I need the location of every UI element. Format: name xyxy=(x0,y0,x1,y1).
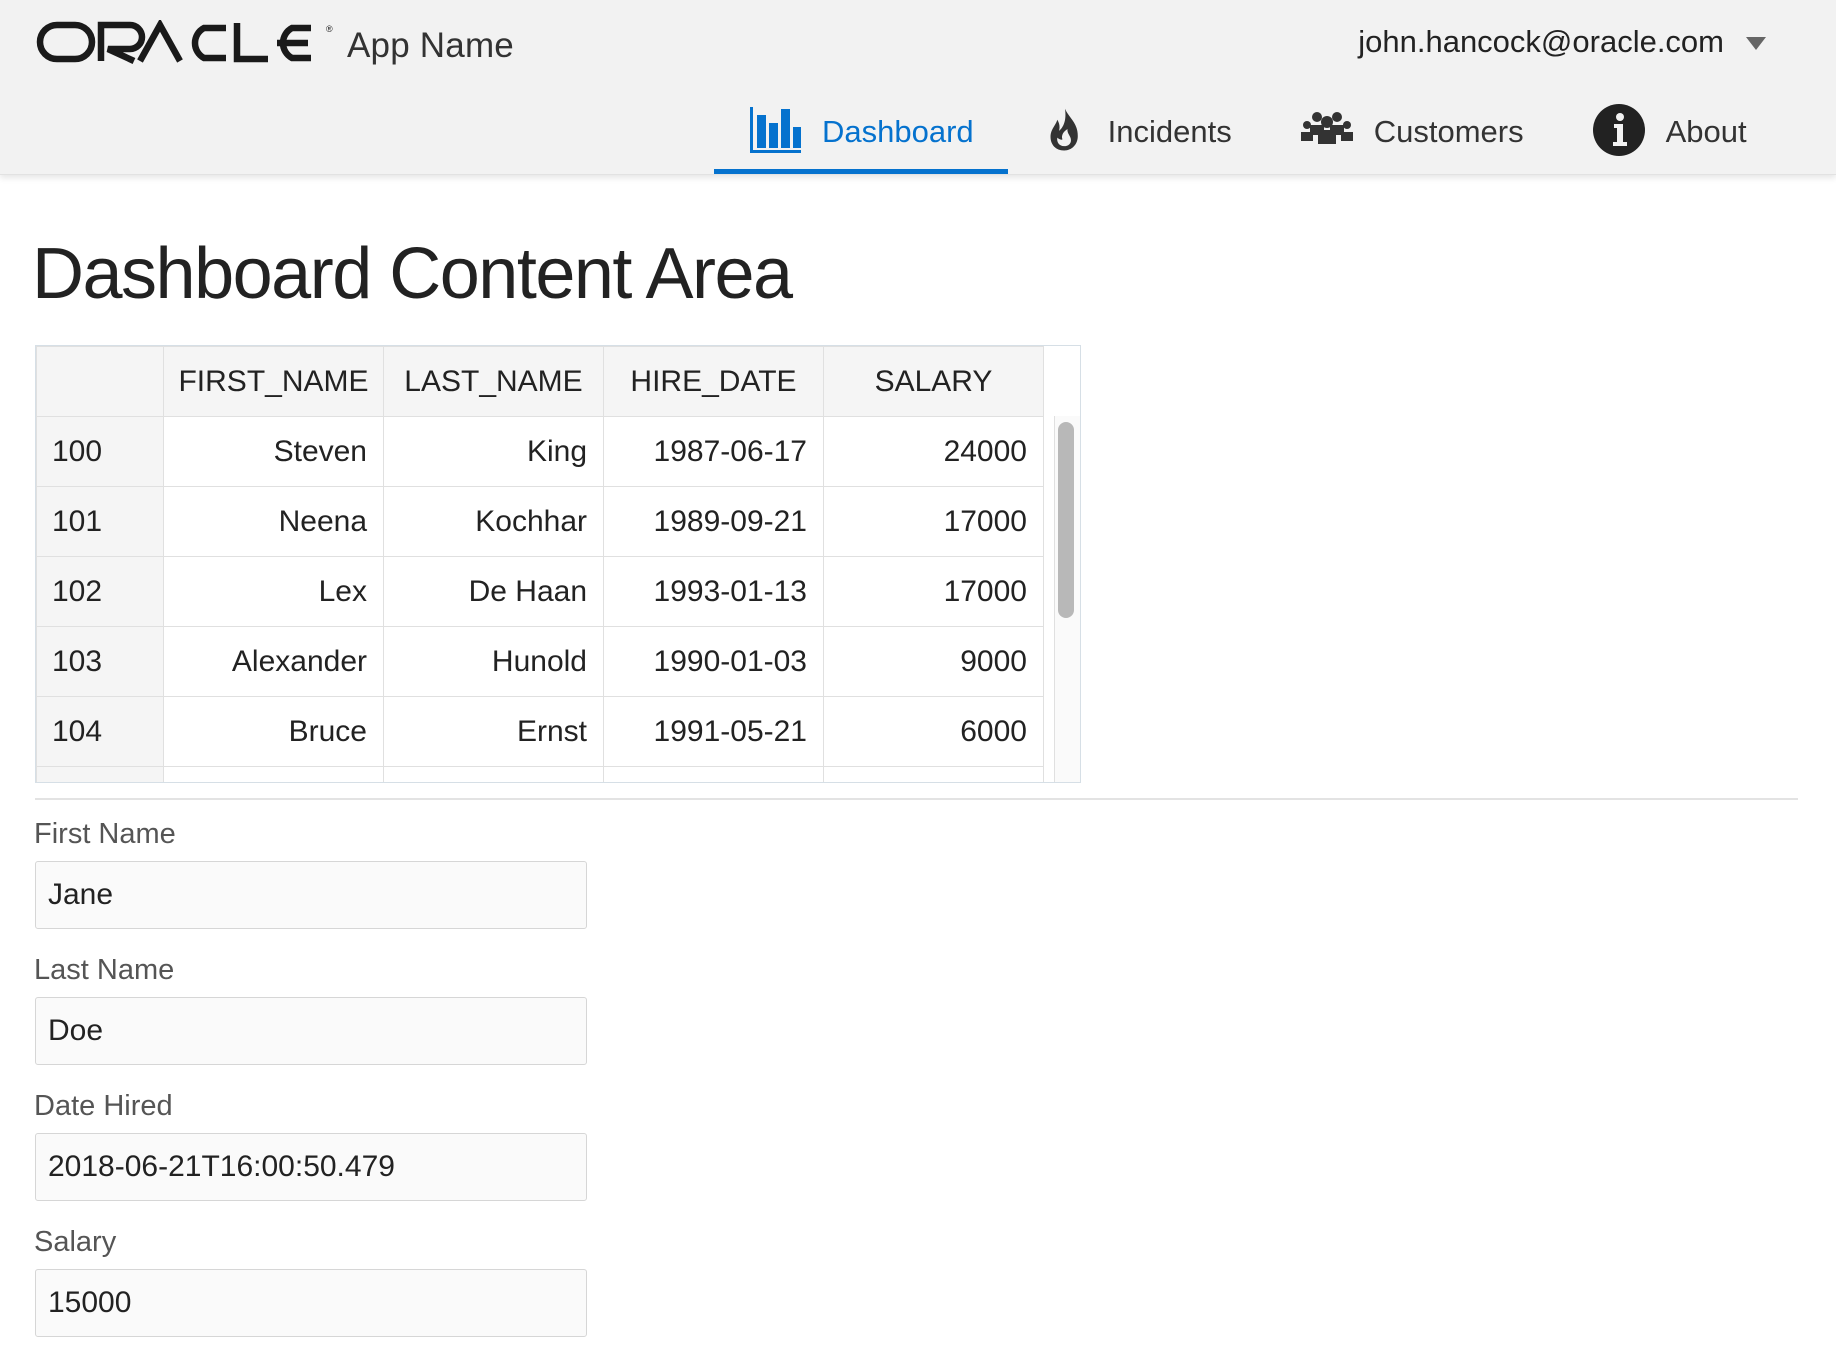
tab-incidents[interactable]: Incidents xyxy=(1008,96,1266,174)
nav-bar: Dashboard Incidents Customers About xyxy=(714,96,1781,174)
user-email: john.hancock@oracle.com xyxy=(1358,24,1724,59)
table-cell[interactable]: 17000 xyxy=(823,556,1044,627)
column-header-salary[interactable]: SALARY xyxy=(823,346,1044,417)
column-header-first-name[interactable]: FIRST_NAME xyxy=(163,346,384,417)
table-cell[interactable]: Lex xyxy=(163,556,384,627)
app-header: ® App Name john.hancock@oracle.com Dashb… xyxy=(0,0,1836,175)
table-cell[interactable]: Hunold xyxy=(383,626,604,697)
table-cell[interactable] xyxy=(823,766,1044,782)
app-name: App Name xyxy=(347,26,514,65)
page-title: Dashboard Content Area xyxy=(32,234,793,314)
table-cell[interactable]: Alexander xyxy=(163,626,384,697)
table-cell[interactable]: 6000 xyxy=(823,696,1044,767)
table-cell[interactable] xyxy=(163,766,384,782)
bar-chart-icon xyxy=(750,107,801,153)
row-header xyxy=(36,766,164,782)
tab-label: Incidents xyxy=(1107,114,1232,149)
table-cell[interactable]: Bruce xyxy=(163,696,384,767)
table-cell[interactable]: 1991-05-21 xyxy=(603,696,824,767)
table-cell[interactable]: 24000 xyxy=(823,416,1044,487)
tab-about[interactable]: About xyxy=(1558,96,1781,174)
table-cell[interactable]: Ernst xyxy=(383,696,604,767)
first-name-field[interactable] xyxy=(35,861,587,929)
column-header-last-name[interactable]: LAST_NAME xyxy=(383,346,604,417)
table-cell[interactable]: 1989-09-21 xyxy=(603,486,824,557)
employee-table[interactable]: FIRST_NAME LAST_NAME HIRE_DATE SALARY 10… xyxy=(35,345,1081,783)
table-cell[interactable]: 17000 xyxy=(823,486,1044,557)
people-icon xyxy=(1300,112,1353,144)
table-cell[interactable]: 9000 xyxy=(823,626,1044,697)
row-header: 103 xyxy=(36,626,164,697)
table-cell[interactable]: 1987-06-17 xyxy=(603,416,824,487)
table-cell[interactable]: 1990-01-03 xyxy=(603,626,824,697)
tab-customers[interactable]: Customers xyxy=(1266,96,1558,174)
column-header-hire-date[interactable]: HIRE_DATE xyxy=(603,346,824,417)
scrollbar-thumb[interactable] xyxy=(1058,422,1074,618)
oracle-logo: ® xyxy=(36,20,333,64)
last-name-label: Last Name xyxy=(34,954,175,986)
table-cell[interactable] xyxy=(603,766,824,782)
fire-icon xyxy=(1050,108,1078,151)
table-row[interactable]: 104 Bruce Ernst 1991-05-21 6000 xyxy=(36,696,1044,767)
first-name-label: First Name xyxy=(34,818,176,850)
info-icon xyxy=(1592,104,1645,156)
row-header: 102 xyxy=(36,556,164,627)
column-header-rownum xyxy=(36,346,164,417)
table-row[interactable] xyxy=(36,766,1044,782)
tab-dashboard[interactable]: Dashboard xyxy=(714,96,1008,174)
table-row[interactable]: 103 Alexander Hunold 1990-01-03 9000 xyxy=(36,626,1044,697)
table-cell[interactable] xyxy=(383,766,604,782)
row-header: 104 xyxy=(36,696,164,767)
tab-label: Customers xyxy=(1373,114,1524,149)
table-cell[interactable]: 1993-01-13 xyxy=(603,556,824,627)
table-row[interactable]: 100 Steven King 1987-06-17 24000 xyxy=(36,416,1044,487)
date-hired-label: Date Hired xyxy=(34,1090,173,1122)
row-header: 100 xyxy=(36,416,164,487)
table-header-row: FIRST_NAME LAST_NAME HIRE_DATE SALARY xyxy=(36,346,1044,417)
table-row[interactable]: 102 Lex De Haan 1993-01-13 17000 xyxy=(36,556,1044,627)
last-name-field[interactable] xyxy=(35,997,587,1065)
table-cell[interactable]: Steven xyxy=(163,416,384,487)
tab-label: About xyxy=(1665,114,1747,149)
salary-field[interactable] xyxy=(35,1269,587,1337)
date-hired-field[interactable] xyxy=(35,1133,587,1201)
salary-label: Salary xyxy=(34,1226,117,1258)
user-menu[interactable]: john.hancock@oracle.com xyxy=(1358,24,1766,60)
section-divider xyxy=(35,798,1798,800)
table-cell[interactable]: King xyxy=(383,416,604,487)
table-row[interactable]: 101 Neena Kochhar 1989-09-21 17000 xyxy=(36,486,1044,557)
svg-text:®: ® xyxy=(326,24,333,34)
chevron-down-icon xyxy=(1746,36,1766,50)
table-cell[interactable]: De Haan xyxy=(383,556,604,627)
row-header: 101 xyxy=(36,486,164,557)
table-cell[interactable]: Neena xyxy=(163,486,384,557)
tab-label: Dashboard xyxy=(822,114,974,149)
table-cell[interactable]: Kochhar xyxy=(383,486,604,557)
